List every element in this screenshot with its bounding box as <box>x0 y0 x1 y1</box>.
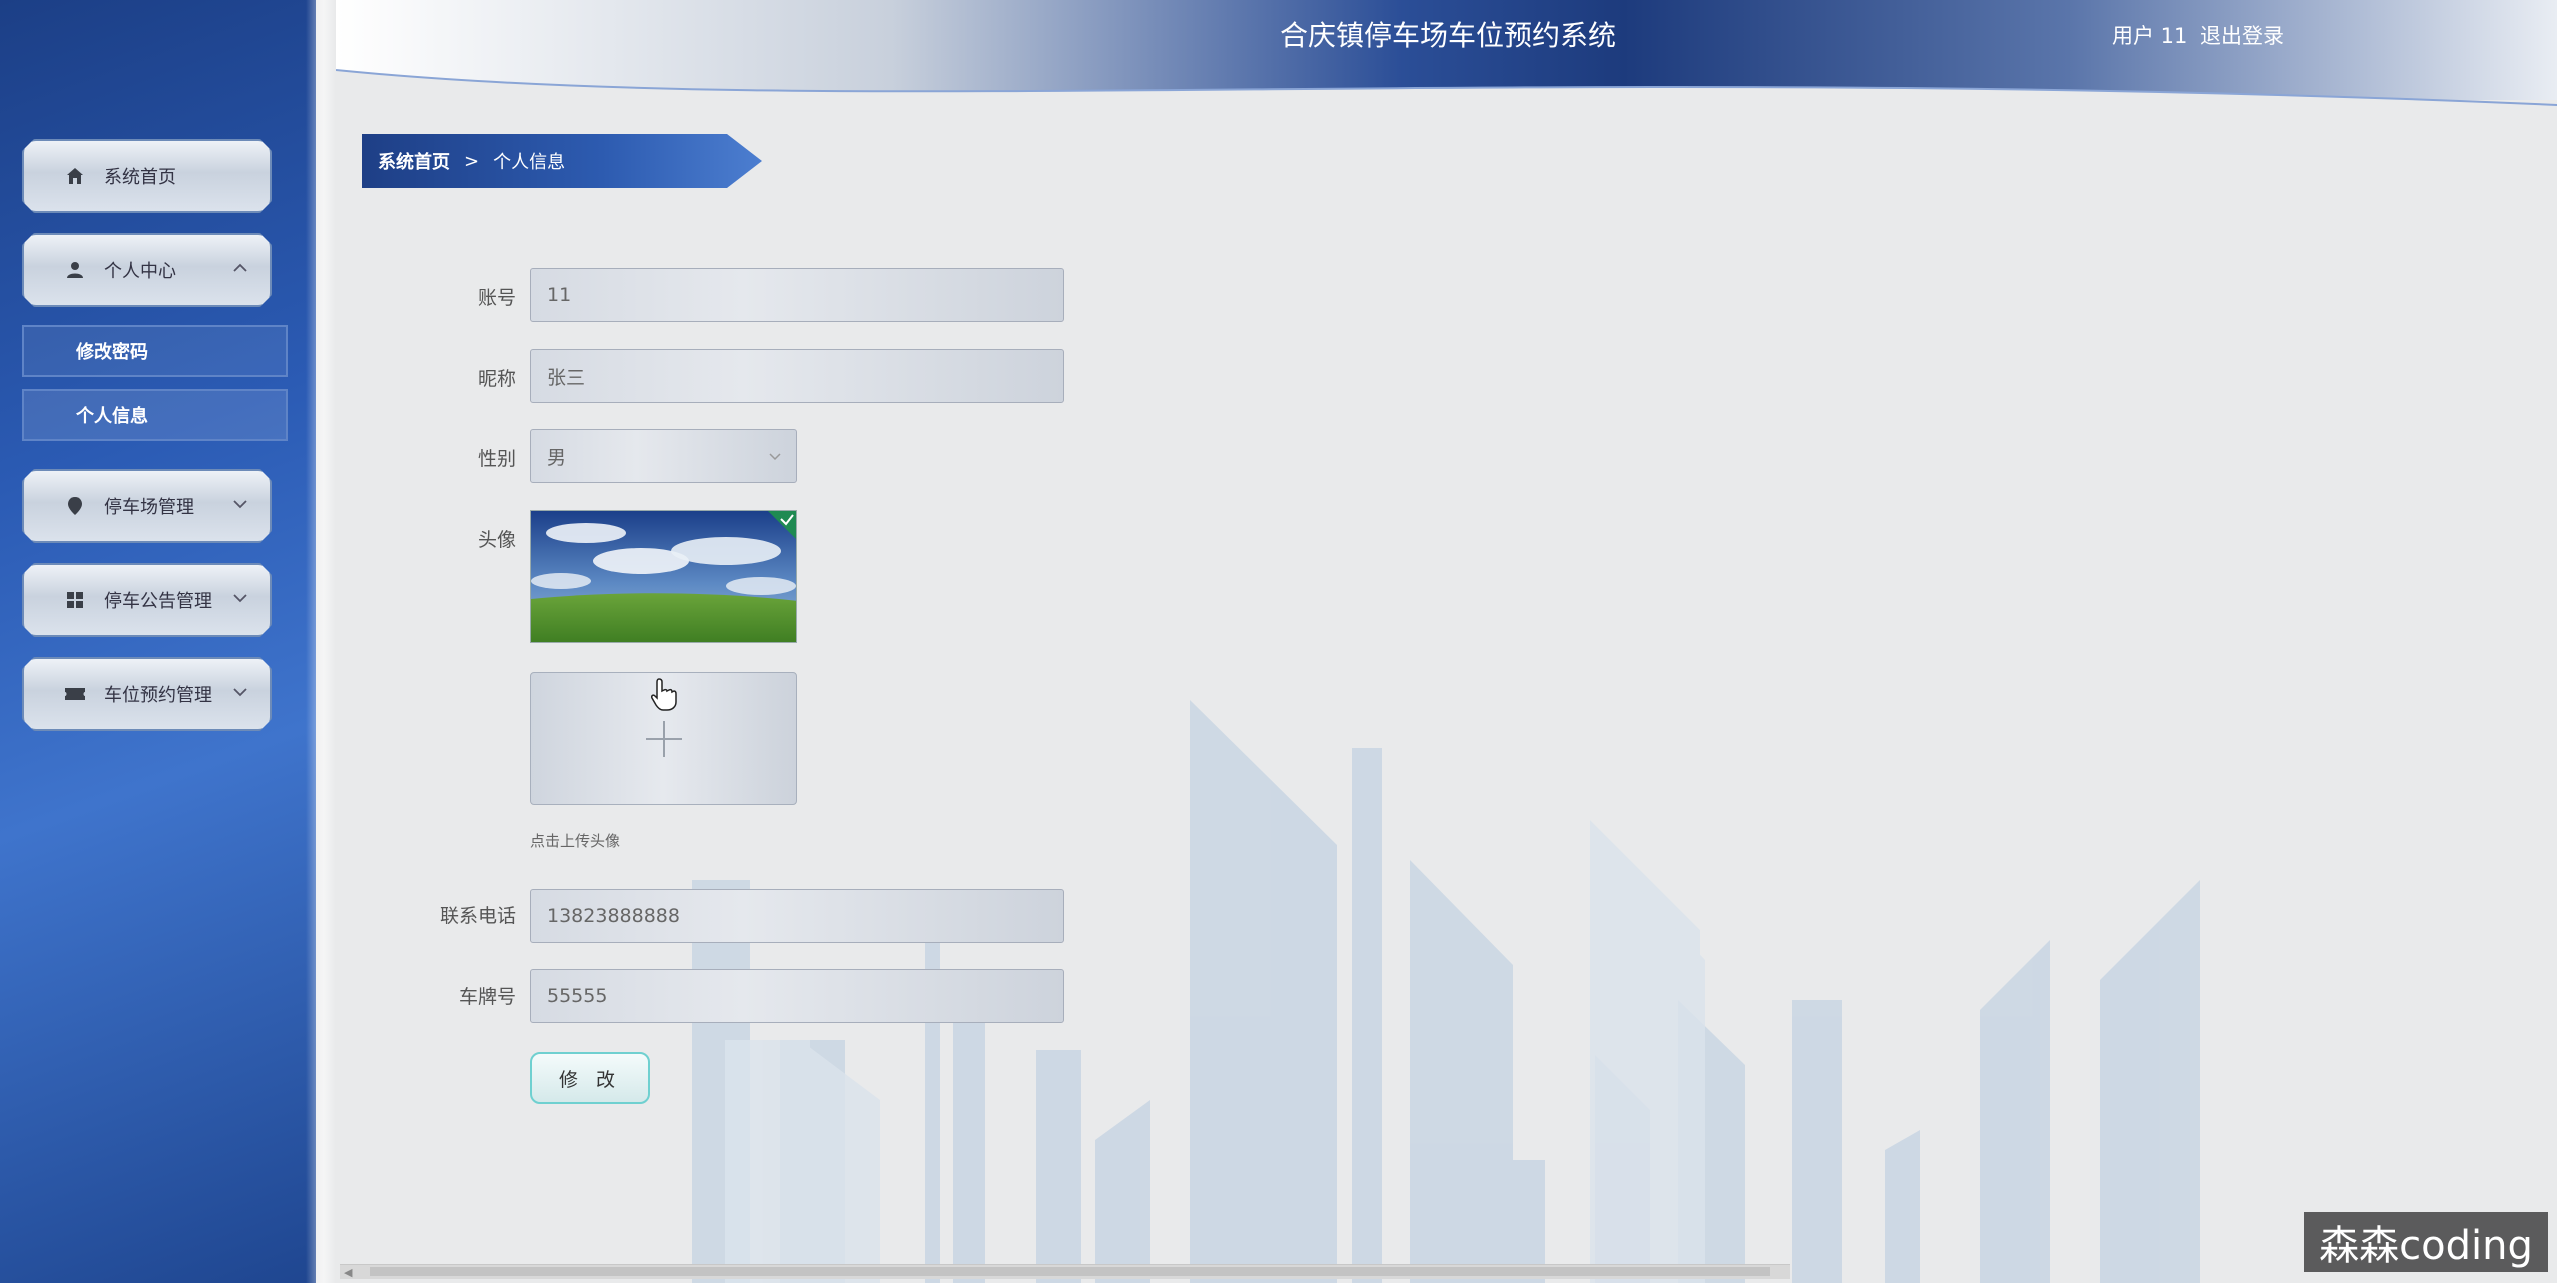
hand-pointer-cursor-icon <box>651 678 677 711</box>
sidebar-item-announcement[interactable]: 停车公告管理 <box>22 563 272 637</box>
location-icon <box>64 495 86 517</box>
user-icon <box>64 259 86 281</box>
sidebar-subitem-change-password[interactable]: 修改密码 <box>22 325 288 377</box>
phone-field[interactable]: 13823888888 <box>530 889 1064 943</box>
avatar-image[interactable] <box>530 510 797 643</box>
gender-value: 男 <box>547 446 567 469</box>
chevron-down-icon <box>233 500 247 509</box>
plus-icon <box>646 721 682 757</box>
site-title: 合庆镇停车场车位预约系统 <box>1280 19 1617 52</box>
sidebar-item-label: 停车公告管理 <box>104 591 212 612</box>
chevron-down-icon <box>233 594 247 603</box>
sidebar-item-personal-center[interactable]: 个人中心 <box>22 233 272 307</box>
horizontal-scrollbar[interactable]: ◀ <box>340 1264 1790 1279</box>
home-icon <box>64 165 86 187</box>
scrollbar-thumb[interactable] <box>370 1267 1770 1276</box>
sidebar-item-home[interactable]: 系统首页 <box>22 139 272 213</box>
sidebar: 系统首页 个人中心 修改密码 个人信息 停车场管理 停车公告管理 车位预约管理 <box>0 0 316 1283</box>
account-label: 账号 <box>477 287 516 309</box>
account-field[interactable]: 11 <box>530 268 1064 322</box>
plate-value: 55555 <box>547 985 608 1007</box>
breadcrumb: 系统首页 > 个人信息 <box>362 134 762 188</box>
upload-avatar-hint: 点击上传头像 <box>530 832 621 850</box>
avatar-upload-box[interactable] <box>530 672 797 805</box>
avatar-label: 头像 <box>477 529 516 551</box>
grid-icon <box>64 589 86 611</box>
account-value: 11 <box>547 284 572 306</box>
current-user: 用户 11 <box>2112 24 2188 48</box>
chevron-down-icon <box>769 453 781 461</box>
breadcrumb-home-link[interactable]: 系统首页 <box>378 148 450 174</box>
chevron-down-icon <box>233 688 247 697</box>
breadcrumb-current: 个人信息 <box>493 152 566 173</box>
nickname-value: 张三 <box>547 366 586 389</box>
sidebar-item-parking-lot[interactable]: 停车场管理 <box>22 469 272 543</box>
breadcrumb-separator: > <box>464 150 480 172</box>
avatar-landscape-picture <box>531 511 796 642</box>
sidebar-item-label: 车位预约管理 <box>104 685 212 706</box>
chevron-up-icon <box>233 263 247 272</box>
nickname-label: 昵称 <box>477 368 516 390</box>
sidebar-subitem-personal-info[interactable]: 个人信息 <box>22 389 288 441</box>
sidebar-subitem-label: 个人信息 <box>76 406 148 427</box>
plate-label: 车牌号 <box>458 986 516 1008</box>
ticket-icon <box>64 683 86 705</box>
watermark: 森森coding <box>2304 1212 2548 1272</box>
nickname-field[interactable]: 张三 <box>530 349 1064 403</box>
sidebar-subitem-label: 修改密码 <box>76 342 148 363</box>
sidebar-edge-highlight <box>306 0 336 1283</box>
phone-value: 13823888888 <box>547 905 680 927</box>
gender-label: 性别 <box>477 448 516 470</box>
header-wave-decoration <box>336 69 2557 120</box>
sidebar-item-label: 系统首页 <box>104 167 176 188</box>
phone-label: 联系电话 <box>439 905 516 927</box>
sidebar-item-reservation[interactable]: 车位预约管理 <box>22 657 272 731</box>
modify-button[interactable]: 修 改 <box>530 1052 650 1104</box>
scroll-left-arrow-icon[interactable]: ◀ <box>344 1266 352 1279</box>
plate-field[interactable]: 55555 <box>530 969 1064 1023</box>
gender-select[interactable]: 男 <box>530 429 797 483</box>
sidebar-item-label: 停车场管理 <box>104 497 194 518</box>
logout-link[interactable]: 退出登录 <box>2200 20 2284 50</box>
sidebar-item-label: 个人中心 <box>104 261 176 282</box>
